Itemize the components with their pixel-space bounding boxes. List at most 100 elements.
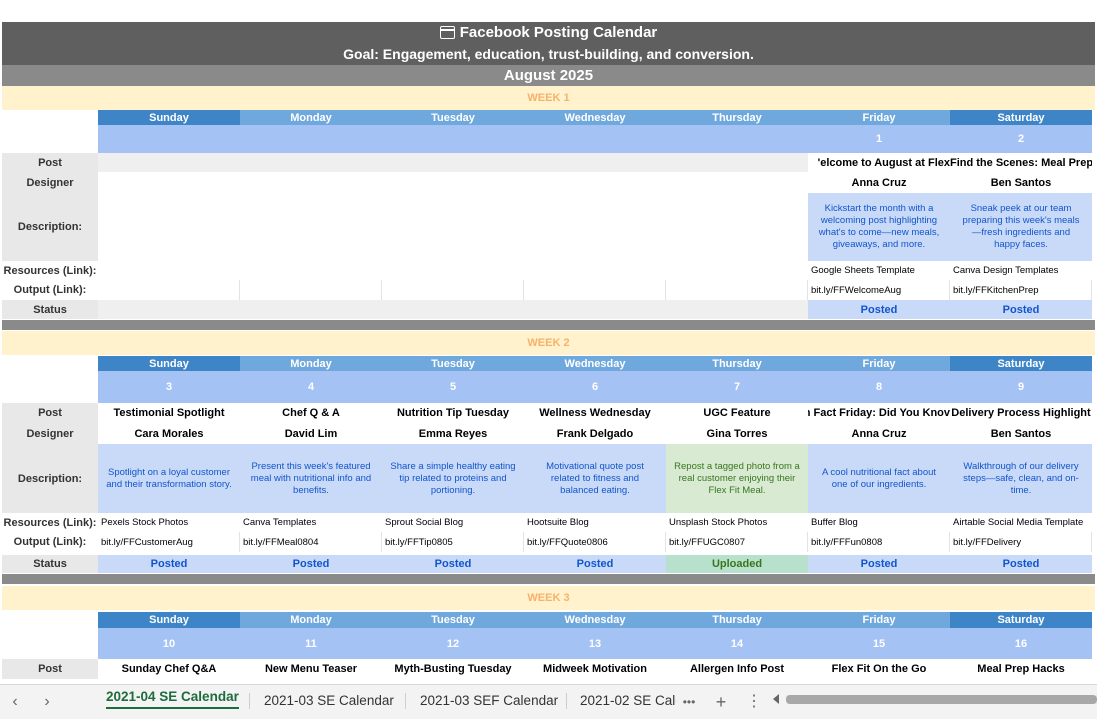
designer-cell[interactable] [382,172,524,193]
resource-cell[interactable]: Hootsuite Blog [524,513,666,532]
date-cell[interactable]: 13 [524,628,666,659]
post-cell[interactable]: Nutrition Tip Tuesday [382,403,524,423]
description-cell[interactable] [98,193,240,261]
status-cell[interactable]: Posted [808,300,950,319]
designer-cell[interactable] [524,172,666,193]
designer-cell[interactable]: Emma Reyes [382,423,524,444]
date-cell[interactable]: 5 [382,371,524,403]
status-cell[interactable]: Uploaded [666,555,808,573]
day-header-sunday[interactable]: Sunday [98,356,240,371]
post-cell[interactable]: ın Fact Friday: Did You Knov [808,403,950,423]
description-cell[interactable]: Share a simple healthy eating tip relate… [382,444,524,513]
output-cell[interactable] [666,280,808,300]
resource-cell[interactable] [666,261,808,280]
date-cell[interactable]: 11 [240,628,382,659]
add-sheet-button[interactable]: + [710,691,732,713]
designer-cell[interactable]: Cara Morales [98,423,240,444]
spreadsheet-grid[interactable]: Facebook Posting Calendar Goal: Engageme… [0,0,1097,684]
resource-cell[interactable] [240,261,382,280]
status-cell[interactable]: Posted [98,555,240,573]
date-cell[interactable] [240,125,382,153]
blank-cell[interactable] [2,628,98,659]
resources-row-label[interactable]: Resources (Link): [2,513,98,532]
designer-row-label[interactable]: Designer [2,423,98,444]
post-cell[interactable]: Allergen Info Post [666,659,808,679]
post-cell[interactable] [98,153,240,172]
description-cell[interactable]: Motivational quote post related to fitne… [524,444,666,513]
day-header-monday[interactable]: Monday [240,356,382,371]
blank-cell[interactable] [2,371,98,403]
blank-cell[interactable] [2,356,98,371]
description-cell[interactable]: Kickstart the month with a welcoming pos… [808,193,950,261]
designer-cell[interactable]: Anna Cruz [808,172,950,193]
status-cell[interactable]: Posted [524,555,666,573]
day-header-thursday[interactable]: Thursday [666,612,808,628]
tab-2021-03-se-calendar[interactable]: 2021-03 SE Calendar [264,689,394,717]
more-tabs-button[interactable]: ••• [678,691,700,713]
week-label[interactable]: WEEK 3 [2,586,1095,610]
day-header-saturday[interactable]: Saturday [950,356,1092,371]
designer-row-label[interactable]: Designer [2,172,98,193]
output-cell[interactable]: bit.ly/FFWelcomeAug [808,280,950,300]
resource-cell[interactable]: Canva Templates [240,513,382,532]
post-row-label[interactable]: Post [2,153,98,172]
designer-cell[interactable]: David Lim [240,423,382,444]
date-cell[interactable] [98,125,240,153]
output-row-label[interactable]: Output (Link): [2,532,98,552]
designer-cell[interactable]: Ben Santos [950,172,1092,193]
day-header-sunday[interactable]: Sunday [98,612,240,628]
status-cell[interactable]: Posted [240,555,382,573]
status-cell[interactable]: Posted [950,300,1092,319]
output-cell[interactable]: bit.ly/FFTip0805 [382,532,524,552]
day-header-tuesday[interactable]: Tuesday [382,356,524,371]
week-label[interactable]: WEEK 2 [2,331,1095,355]
post-cell[interactable] [240,153,382,172]
horizontal-scrollbar[interactable] [786,695,1097,704]
status-cell[interactable] [382,300,524,319]
date-cell[interactable]: 4 [240,371,382,403]
description-cell[interactable]: Sneak peek at our team preparing this we… [950,193,1092,261]
day-header-thursday[interactable]: Thursday [666,356,808,371]
post-cell[interactable]: Chef Q & A [240,403,382,423]
output-cell[interactable] [98,280,240,300]
date-cell[interactable]: 10 [98,628,240,659]
week-label[interactable]: WEEK 1 [2,86,1095,110]
description-cell[interactable]: Repost a tagged photo from a real custom… [666,444,808,513]
day-header-saturday[interactable]: Saturday [950,612,1092,628]
tab-2021-03-sef-calendar[interactable]: 2021-03 SEF Calendar [420,689,558,717]
resource-cell[interactable]: Buffer Blog [808,513,950,532]
date-cell[interactable] [524,125,666,153]
status-cell[interactable] [524,300,666,319]
resource-cell[interactable] [382,261,524,280]
description-cell[interactable]: Walkthrough of our delivery steps—safe, … [950,444,1092,513]
day-header-friday[interactable]: Friday [808,612,950,628]
post-cell[interactable]: Flex Fit On the Go [808,659,950,679]
status-cell[interactable] [98,300,240,319]
post-cell[interactable]: Sunday Chef Q&A [98,659,240,679]
resource-cell[interactable]: Pexels Stock Photos [98,513,240,532]
designer-cell[interactable]: Frank Delgado [524,423,666,444]
post-cell[interactable]: UGC Feature [666,403,808,423]
tab-2021-02-se-calendar[interactable]: 2021-02 SE Cale [580,689,676,717]
output-cell[interactable]: bit.ly/FFKitchenPrep [950,280,1092,300]
post-cell[interactable]: Wellness Wednesday [524,403,666,423]
post-cell[interactable]: Find the Scenes: Meal Prep M [950,153,1092,172]
description-cell[interactable] [666,193,808,261]
date-cell[interactable]: 15 [808,628,950,659]
day-header-sunday[interactable]: Sunday [98,110,240,125]
date-cell[interactable] [666,125,808,153]
blank-cell[interactable] [2,110,98,125]
day-header-monday[interactable]: Monday [240,110,382,125]
status-row-label[interactable]: Status [2,555,98,573]
designer-cell[interactable] [98,172,240,193]
date-cell[interactable]: 1 [808,125,950,153]
post-cell[interactable]: Myth-Busting Tuesday [382,659,524,679]
date-cell[interactable]: 7 [666,371,808,403]
output-cell[interactable] [240,280,382,300]
blank-cell[interactable] [2,125,98,153]
status-cell[interactable] [666,300,808,319]
designer-cell[interactable] [240,172,382,193]
description-row-label[interactable]: Description: [2,444,98,513]
day-header-friday[interactable]: Friday [808,356,950,371]
day-header-saturday[interactable]: Saturday [950,110,1092,125]
